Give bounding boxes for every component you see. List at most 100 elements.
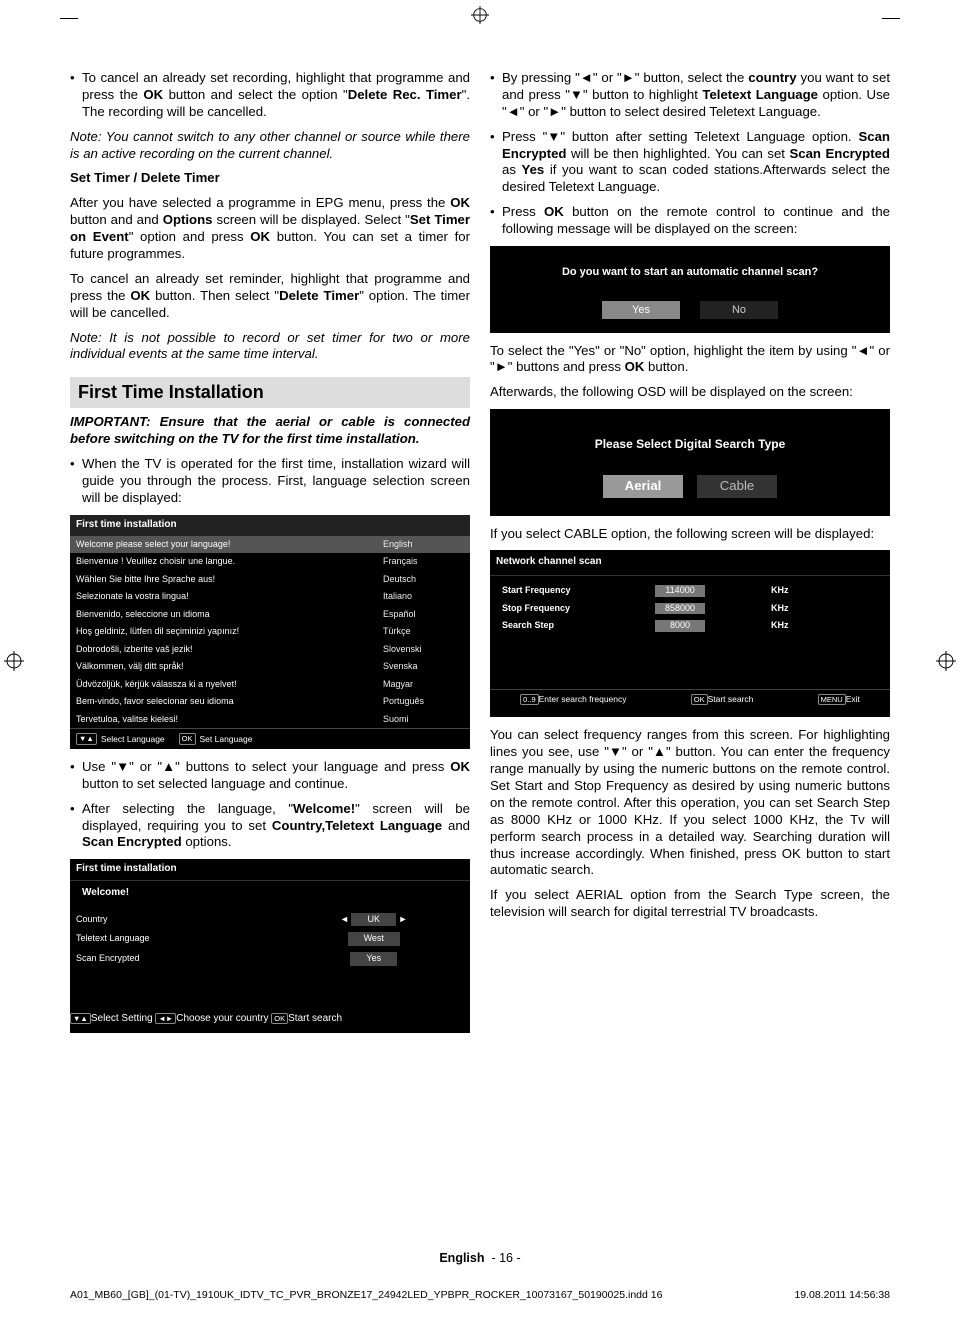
table-row: Tervetuloa, valitse kielesi!Suomi <box>70 711 470 729</box>
table-row: Teletext LanguageWest <box>70 929 470 949</box>
section-title-first-time: First Time Installation <box>70 377 470 408</box>
right-arrow-icon: ► <box>548 104 561 121</box>
osd-subtitle: Welcome! <box>70 881 470 910</box>
up-arrow-icon: ▲ <box>653 744 666 761</box>
para-set-timer: After you have selected a programme in E… <box>70 195 470 263</box>
registration-mark-left <box>4 651 24 671</box>
left-column: • To cancel an already set recording, hi… <box>70 70 470 1043</box>
down-arrow-icon: ▼ <box>570 87 583 104</box>
selected-value: Yes <box>350 952 397 966</box>
note-text: Note: You cannot switch to any other cha… <box>70 129 470 161</box>
footer-lang: English <box>439 1251 484 1265</box>
table-row: Search Step8000KHz <box>498 617 818 635</box>
yes-button[interactable]: Yes <box>602 301 680 319</box>
osd-dialog-autoscan: Do you want to start an automatic channe… <box>490 246 890 333</box>
osd-title: First time installation <box>70 515 470 536</box>
search-type-label: Please Select Digital Search Type <box>490 437 890 452</box>
text: button and select the option " <box>163 87 348 102</box>
note-text: Note: It is not possible to record or se… <box>70 330 470 362</box>
no-button[interactable]: No <box>700 301 778 319</box>
para-select-yes-no: To select the "Yes" or "No" option, high… <box>490 343 890 377</box>
table-row: Bienvenue ! Veuillez choisir une langue.… <box>70 553 470 571</box>
table-row: Välkommen, välj ditt språk!Svenska <box>70 658 470 676</box>
bullet-select-country: • By pressing "◄" or "►" button, select … <box>490 70 890 121</box>
bullet-scan-encrypted: • Press "▼" button after setting Teletex… <box>490 129 890 197</box>
down-arrow-icon: ▼ <box>609 744 622 761</box>
subhead-set-timer: Set Timer / Delete Timer <box>70 170 470 187</box>
netscan-table: Start Frequency114000KHz Stop Frequency8… <box>498 582 818 635</box>
para-cancel-reminder: To cancel an already set reminder, highl… <box>70 271 470 322</box>
table-row: Selezionate la vostra lingua!Italiano <box>70 588 470 606</box>
freq-value: 114000 <box>655 585 705 597</box>
bullet-select-language: • Use "▼" or "▲" buttons to select your … <box>70 759 470 793</box>
table-row: Stop Frequency858000KHz <box>498 600 818 618</box>
osd-network-scan: Network channel scan Start Frequency1140… <box>490 550 890 717</box>
osd-title: First time installation <box>70 859 470 881</box>
right-arrow-icon: ► <box>622 70 635 87</box>
down-arrow-icon: ▼ <box>547 129 560 146</box>
para-aerial-option: If you select AERIAL option from the Sea… <box>490 887 890 921</box>
text-bold: OK <box>143 87 163 102</box>
left-arrow-icon: ◄ <box>507 104 520 121</box>
bullet-wizard: • When the TV is operated for the first … <box>70 456 470 507</box>
table-row: Bienvenido, seleccione un idiomaEspañol <box>70 606 470 624</box>
osd-settings-table: Country◄ UK ► Teletext LanguageWest Scan… <box>70 910 470 969</box>
osd-welcome: First time installation Welcome! Country… <box>70 859 470 1033</box>
table-row: Bem-vindo, favor selecionar seu idiomaPo… <box>70 693 470 711</box>
registration-mark-top <box>471 6 489 24</box>
text-bold: Delete Rec. Timer <box>348 87 462 102</box>
selected-value: West <box>348 932 400 946</box>
freq-value: 8000 <box>655 620 705 632</box>
dialog-buttons: Yes No <box>490 295 890 333</box>
osd-language-selection: First time installation Welcome please s… <box>70 515 470 749</box>
indd-file: A01_MB60_[GB]_(01-TV)_1910UK_IDTV_TC_PVR… <box>70 1289 662 1301</box>
important-text: IMPORTANT: Ensure that the aerial or cab… <box>70 414 470 446</box>
table-row: Country◄ UK ► <box>70 910 470 930</box>
key-icon: 0..9 <box>520 694 539 706</box>
bullet-welcome-screen: • After selecting the language, "Welcome… <box>70 801 470 852</box>
key-icon: OK <box>271 1013 288 1025</box>
up-arrow-icon: ▲ <box>162 759 175 776</box>
table-row: Welcome please select your language!Engl… <box>70 536 470 554</box>
table-row: Hoş geldiniz, lütfen dil seçiminizi yapı… <box>70 623 470 641</box>
indesign-slug: A01_MB60_[GB]_(01-TV)_1910UK_IDTV_TC_PVR… <box>70 1289 890 1301</box>
key-icon: OK <box>179 733 196 745</box>
left-arrow-icon: ◄ <box>340 914 349 924</box>
selected-value: UK <box>351 913 396 927</box>
footer-page: - 16 - <box>491 1251 520 1265</box>
bullet-press-ok: • Press OK button on the remote control … <box>490 204 890 238</box>
left-arrow-icon: ◄ <box>856 343 869 360</box>
table-row: Dobrodošli, izberite vaš jezik!Slovenski <box>70 641 470 659</box>
osd-search-type: Please Select Digital Search Type Aerial… <box>490 409 890 515</box>
osd-hint-bar: ▼▲Select Setting ◄►Choose your country O… <box>70 1013 470 1026</box>
right-column: • By pressing "◄" or "►" button, select … <box>490 70 890 1043</box>
freq-value: 858000 <box>655 603 705 615</box>
page-footer: English - 16 - <box>0 1251 960 1265</box>
osd-hint-bar: ▼▲Select Language OKSet Language <box>70 728 470 749</box>
table-row: Start Frequency114000KHz <box>498 582 818 600</box>
search-type-buttons: Aerial Cable <box>490 475 890 498</box>
key-icon: MENU <box>818 694 846 706</box>
bullet-cancel-recording: • To cancel an already set recording, hi… <box>70 70 470 121</box>
key-icon: ▼▲ <box>70 1013 91 1025</box>
right-arrow-icon: ► <box>399 914 408 924</box>
osd-title: Network channel scan <box>490 550 890 576</box>
osd-hint-bar: 0..9Enter search frequency OKStart searc… <box>490 689 890 710</box>
para-cable-option: If you select CABLE option, the followin… <box>490 526 890 543</box>
osd-language-table: Welcome please select your language!Engl… <box>70 536 470 729</box>
aerial-button[interactable]: Aerial <box>603 475 683 498</box>
key-icon: ▼▲ <box>76 733 97 745</box>
para-freq-ranges: You can select frequency ranges from thi… <box>490 727 890 879</box>
cable-button[interactable]: Cable <box>697 475 777 498</box>
key-icon: OK <box>691 694 708 706</box>
indd-date: 19.08.2011 14:56:38 <box>794 1289 890 1301</box>
page: • To cancel an already set recording, hi… <box>0 0 960 1321</box>
down-arrow-icon: ▼ <box>116 759 129 776</box>
registration-mark-right <box>936 651 956 671</box>
para-osd-displayed: Afterwards, the following OSD will be di… <box>490 384 890 401</box>
table-row: Üdvözöljük, kérjük válassza ki a nyelvet… <box>70 676 470 694</box>
right-arrow-icon: ► <box>495 359 508 376</box>
table-row: Wählen Sie bitte Ihre Sprache aus!Deutsc… <box>70 571 470 589</box>
left-arrow-icon: ◄ <box>580 70 593 87</box>
dialog-question: Do you want to start an automatic channe… <box>490 246 890 295</box>
